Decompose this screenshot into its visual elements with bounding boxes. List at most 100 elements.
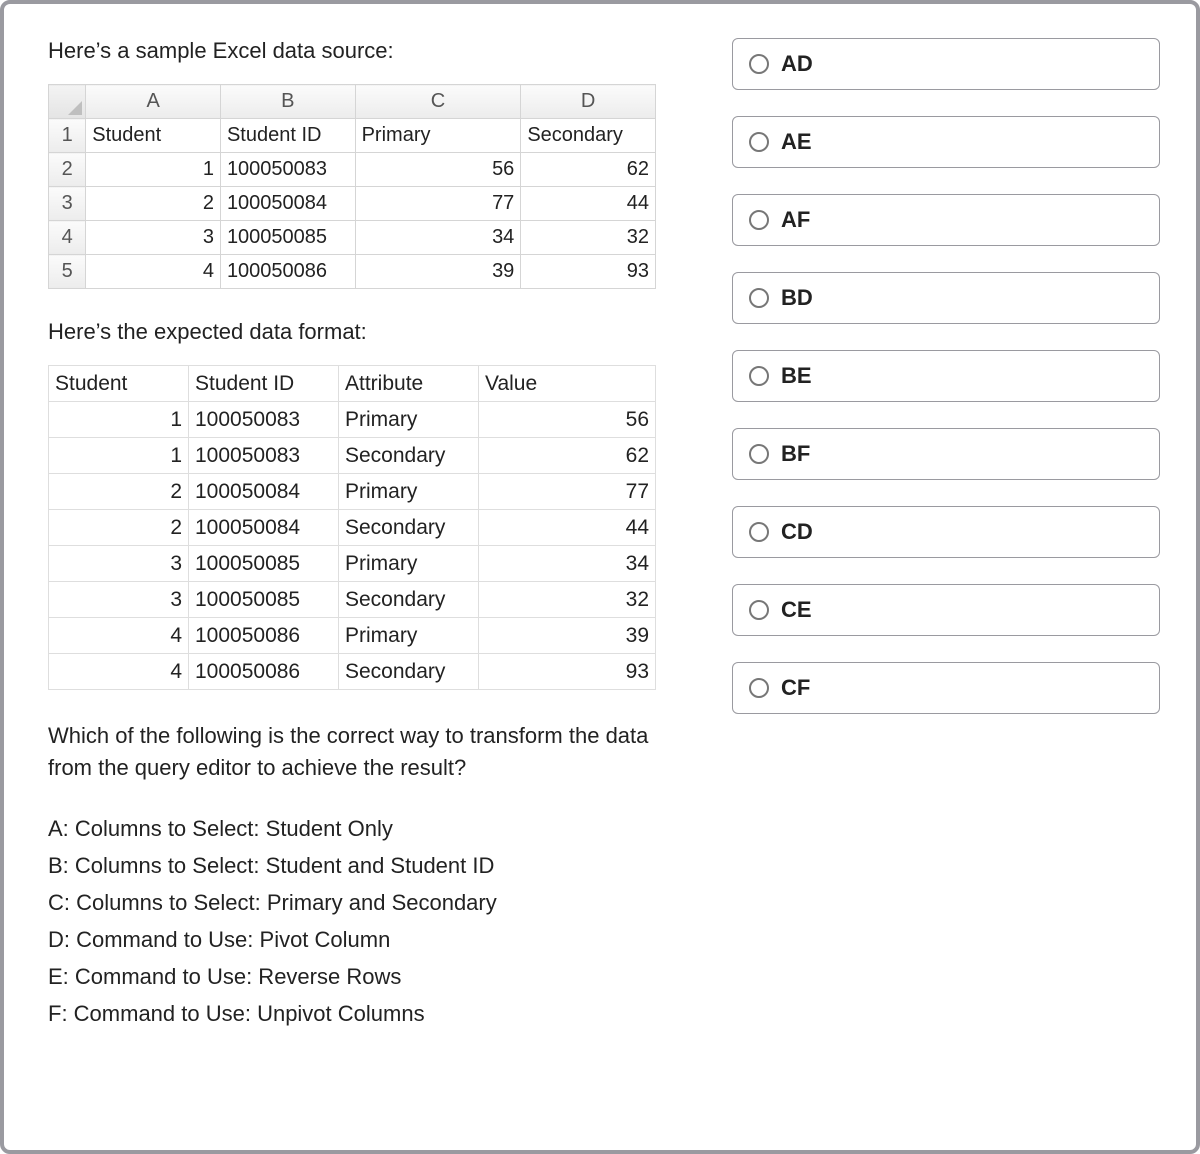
cell: 39 bbox=[355, 255, 521, 289]
intro-text-2: Here’s the expected data format: bbox=[48, 319, 698, 345]
col-header: D bbox=[521, 85, 656, 119]
row-header: 5 bbox=[49, 255, 86, 289]
cell: Student ID bbox=[220, 119, 355, 153]
cell: Secondary bbox=[339, 654, 479, 690]
cell: 100050085 bbox=[189, 582, 339, 618]
cell: Secondary bbox=[521, 119, 656, 153]
choice-label: BD bbox=[781, 285, 813, 311]
row-header: 2 bbox=[49, 153, 86, 187]
option-def: F: Command to Use: Unpivot Columns bbox=[48, 997, 698, 1030]
radio-icon bbox=[749, 288, 769, 308]
table-row: 1100050083Primary56 bbox=[49, 402, 656, 438]
answer-choice-be[interactable]: BE bbox=[732, 350, 1160, 402]
question-body: Here’s a sample Excel data source: A B C… bbox=[48, 38, 698, 1106]
cell: 3 bbox=[86, 221, 221, 255]
cell: 62 bbox=[521, 153, 656, 187]
cell: 77 bbox=[355, 187, 521, 221]
cell: Primary bbox=[355, 119, 521, 153]
option-definitions: A: Columns to Select: Student Only B: Co… bbox=[48, 812, 698, 1030]
answer-choice-bf[interactable]: BF bbox=[732, 428, 1160, 480]
table-row: 4100050086Secondary93 bbox=[49, 654, 656, 690]
cell: Secondary bbox=[339, 582, 479, 618]
radio-icon bbox=[749, 600, 769, 620]
cell: Secondary bbox=[339, 510, 479, 546]
col-header: C bbox=[355, 85, 521, 119]
cell: Primary bbox=[339, 402, 479, 438]
answer-choice-ad[interactable]: AD bbox=[732, 38, 1160, 90]
th: Student bbox=[49, 366, 189, 402]
cell: 2 bbox=[49, 474, 189, 510]
cell: 2 bbox=[49, 510, 189, 546]
radio-icon bbox=[749, 522, 769, 542]
cell: Secondary bbox=[339, 438, 479, 474]
question-text: Which of the following is the correct wa… bbox=[48, 720, 698, 784]
answer-choice-ae[interactable]: AE bbox=[732, 116, 1160, 168]
choice-label: CE bbox=[781, 597, 812, 623]
choice-label: CF bbox=[781, 675, 810, 701]
cell: 100050083 bbox=[189, 402, 339, 438]
th: Attribute bbox=[339, 366, 479, 402]
th: Value bbox=[479, 366, 656, 402]
answer-choice-af[interactable]: AF bbox=[732, 194, 1160, 246]
radio-icon bbox=[749, 132, 769, 152]
cell: 100050083 bbox=[189, 438, 339, 474]
choice-label: CD bbox=[781, 519, 813, 545]
answer-choice-cd[interactable]: CD bbox=[732, 506, 1160, 558]
th: Student ID bbox=[189, 366, 339, 402]
cell: 1 bbox=[86, 153, 221, 187]
answer-choice-cf[interactable]: CF bbox=[732, 662, 1160, 714]
cell: Primary bbox=[339, 618, 479, 654]
choice-label: AD bbox=[781, 51, 813, 77]
source-spreadsheet: A B C D 1 Student Student ID Primary Sec… bbox=[48, 84, 656, 289]
cell: 3 bbox=[49, 546, 189, 582]
option-def: D: Command to Use: Pivot Column bbox=[48, 923, 698, 956]
radio-icon bbox=[749, 678, 769, 698]
cell: 62 bbox=[479, 438, 656, 474]
question-card: Here’s a sample Excel data source: A B C… bbox=[0, 0, 1200, 1154]
cell: 2 bbox=[86, 187, 221, 221]
cell: 100050085 bbox=[189, 546, 339, 582]
option-def: A: Columns to Select: Student Only bbox=[48, 812, 698, 845]
radio-icon bbox=[749, 444, 769, 464]
option-def: B: Columns to Select: Student and Studen… bbox=[48, 849, 698, 882]
expected-table: Student Student ID Attribute Value 11000… bbox=[48, 365, 656, 690]
answer-choice-bd[interactable]: BD bbox=[732, 272, 1160, 324]
cell: 100050084 bbox=[189, 510, 339, 546]
cell: 100050084 bbox=[189, 474, 339, 510]
table-row: 2100050084Primary77 bbox=[49, 474, 656, 510]
table-row: 4100050086Primary39 bbox=[49, 618, 656, 654]
radio-icon bbox=[749, 366, 769, 386]
cell: 32 bbox=[521, 221, 656, 255]
answer-choices: AD AE AF BD BE BF CD CE bbox=[732, 38, 1160, 1106]
option-def: C: Columns to Select: Primary and Second… bbox=[48, 886, 698, 919]
choice-label: AF bbox=[781, 207, 810, 233]
table-row: 3100050085Primary34 bbox=[49, 546, 656, 582]
cell: 100050086 bbox=[189, 618, 339, 654]
cell: 93 bbox=[479, 654, 656, 690]
col-header: B bbox=[220, 85, 355, 119]
cell: 100050085 bbox=[220, 221, 355, 255]
cell: Primary bbox=[339, 546, 479, 582]
cell: 44 bbox=[479, 510, 656, 546]
cell: 4 bbox=[86, 255, 221, 289]
cell: 4 bbox=[49, 654, 189, 690]
cell: Student bbox=[86, 119, 221, 153]
cell: 100050084 bbox=[220, 187, 355, 221]
row-header: 3 bbox=[49, 187, 86, 221]
radio-icon bbox=[749, 54, 769, 74]
choice-label: AE bbox=[781, 129, 812, 155]
cell: 100050086 bbox=[220, 255, 355, 289]
cell: 56 bbox=[355, 153, 521, 187]
choice-label: BE bbox=[781, 363, 812, 389]
cell: 1 bbox=[49, 438, 189, 474]
cell: 34 bbox=[355, 221, 521, 255]
cell: 39 bbox=[479, 618, 656, 654]
answer-choice-ce[interactable]: CE bbox=[732, 584, 1160, 636]
col-header: A bbox=[86, 85, 221, 119]
cell: 1 bbox=[49, 402, 189, 438]
cell: Primary bbox=[339, 474, 479, 510]
table-row: 1100050083Secondary62 bbox=[49, 438, 656, 474]
cell: 93 bbox=[521, 255, 656, 289]
select-all-corner bbox=[49, 85, 86, 119]
table-row: 3100050085Secondary32 bbox=[49, 582, 656, 618]
